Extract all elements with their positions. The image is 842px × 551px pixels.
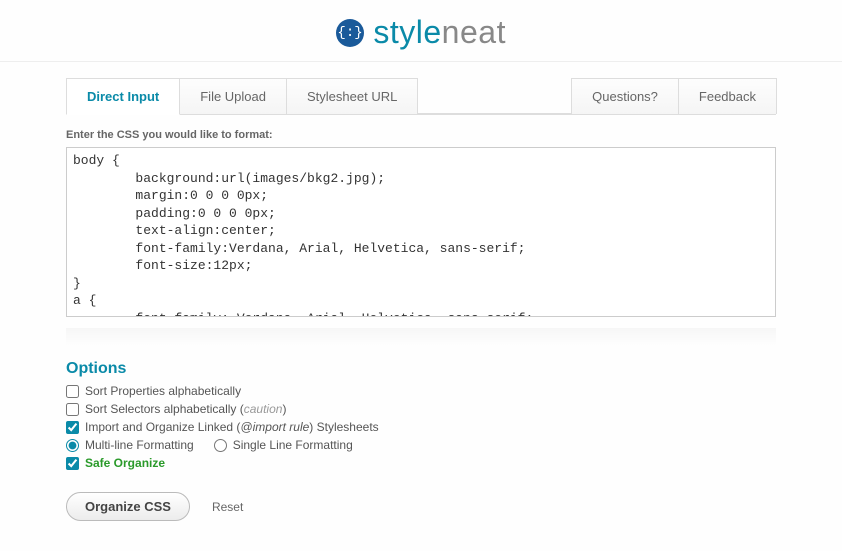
radio-single-line-wrap[interactable]: Single Line Formatting xyxy=(214,438,353,452)
radio-multi-line-wrap[interactable]: Multi-line Formatting xyxy=(66,438,194,452)
options-title: Options xyxy=(66,360,776,378)
tab-bar: Direct Input File Upload Stylesheet URL … xyxy=(66,78,776,115)
option-formatting-mode: Multi-line Formatting Single Line Format… xyxy=(66,438,776,452)
reset-link[interactable]: Reset xyxy=(212,500,243,514)
label-sort-properties: Sort Properties alphabetically xyxy=(85,384,241,398)
tab-spacer xyxy=(417,78,571,114)
tab-direct-input[interactable]: Direct Input xyxy=(66,78,180,115)
label-single-line: Single Line Formatting xyxy=(233,438,353,452)
checkbox-sort-selectors[interactable] xyxy=(66,403,79,416)
logo-badge-icon: {:} xyxy=(336,19,364,47)
option-sort-properties[interactable]: Sort Properties alphabetically xyxy=(66,384,776,398)
input-prompt: Enter the CSS you would like to format: xyxy=(66,129,776,141)
checkbox-import-linked[interactable] xyxy=(66,421,79,434)
action-row: Organize CSS Reset xyxy=(66,492,776,521)
label-safe-organize: Safe Organize xyxy=(85,456,165,470)
label-sort-selectors: Sort Selectors alphabetically (caution) xyxy=(85,402,286,416)
checkbox-sort-properties[interactable] xyxy=(66,385,79,398)
tab-questions[interactable]: Questions? xyxy=(571,78,679,114)
logo-text: styleneat xyxy=(373,14,506,51)
separator xyxy=(66,328,776,346)
css-input[interactable] xyxy=(66,147,776,317)
label-import-linked: Import and Organize Linked (@import rule… xyxy=(85,420,379,434)
checkbox-safe-organize[interactable] xyxy=(66,457,79,470)
label-multi-line: Multi-line Formatting xyxy=(85,438,194,452)
tab-file-upload[interactable]: File Upload xyxy=(179,78,287,114)
option-import-linked[interactable]: Import and Organize Linked (@import rule… xyxy=(66,420,776,434)
option-safe-organize[interactable]: Safe Organize xyxy=(66,456,776,470)
radio-multi-line[interactable] xyxy=(66,439,79,452)
tab-stylesheet-url[interactable]: Stylesheet URL xyxy=(286,78,418,114)
option-sort-selectors[interactable]: Sort Selectors alphabetically (caution) xyxy=(66,402,776,416)
radio-single-line[interactable] xyxy=(214,439,227,452)
organize-button[interactable]: Organize CSS xyxy=(66,492,190,521)
tab-feedback[interactable]: Feedback xyxy=(678,78,777,114)
header: {:} styleneat xyxy=(0,0,842,62)
